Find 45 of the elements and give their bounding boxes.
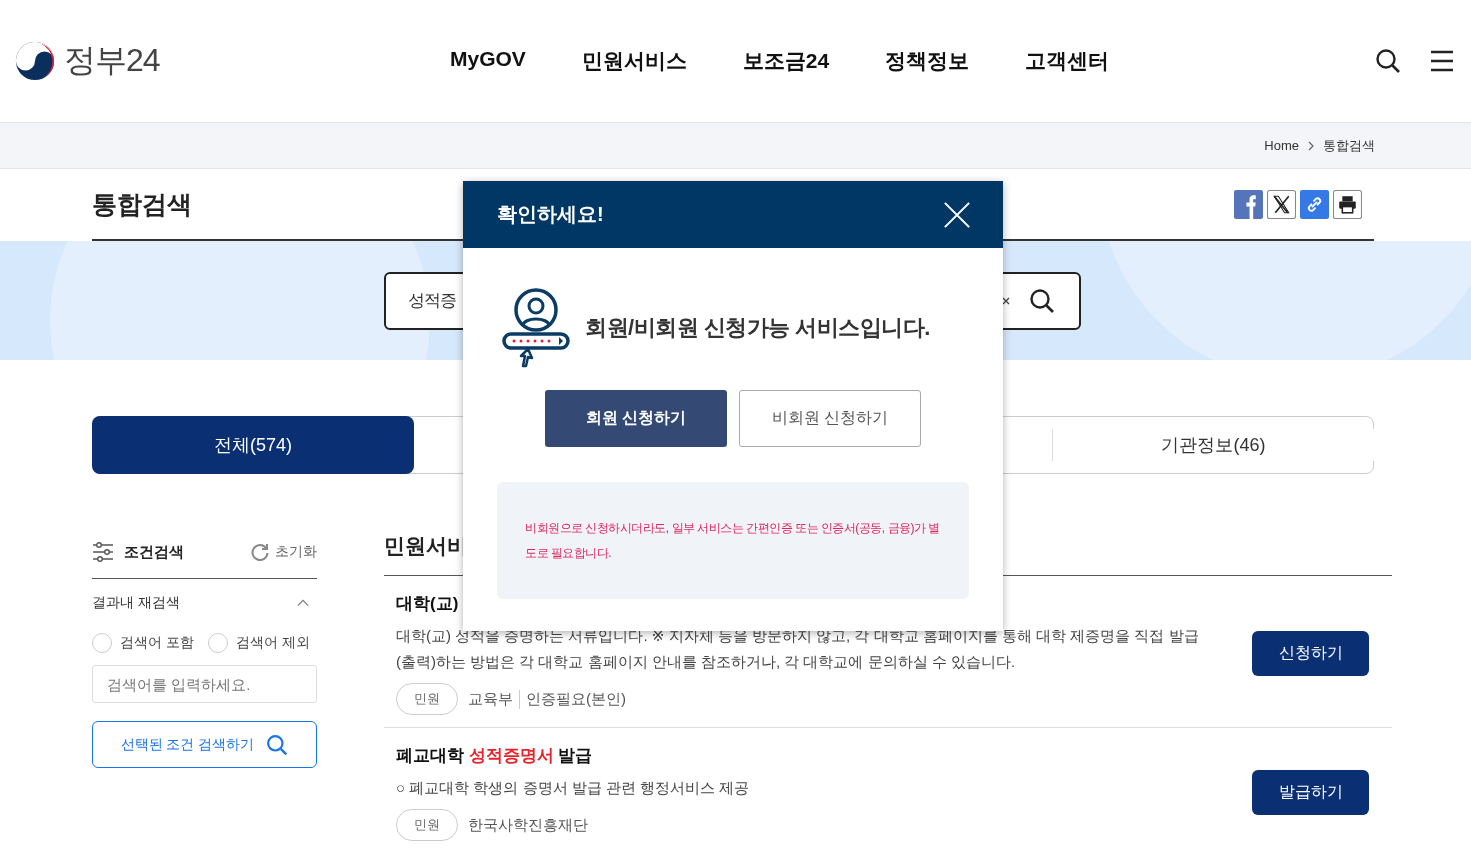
nav-link[interactable]: 보조금24 <box>742 47 830 75</box>
breadcrumb-link[interactable]: Home <box>1264 138 1299 153</box>
keyword-input[interactable]: 검색어를 입력하세요. <box>92 665 317 703</box>
search-icon[interactable] <box>1029 287 1055 314</box>
dialog-message: 회원/비회원 신청가능 서비스입니다. <box>585 314 930 342</box>
tab[interactable]: 기관정보(46) <box>1052 429 1374 461</box>
filter-title: 조건검색 <box>124 542 184 562</box>
print-icon[interactable] <box>1333 189 1362 219</box>
result-title[interactable]: 폐교대학 성적증명서 발급 <box>396 744 1216 767</box>
dialog-button[interactable]: 비회원 신청하기 <box>739 390 921 447</box>
link-icon[interactable] <box>1300 189 1329 219</box>
search-value: 성적증 <box>408 290 456 312</box>
emblem-icon[interactable] <box>14 40 56 82</box>
nav-link[interactable]: 고객센터 <box>1025 47 1110 75</box>
apply-button[interactable]: 신청하기 <box>1252 631 1369 676</box>
chevron-right-icon <box>1307 140 1315 151</box>
reset-button[interactable]: 초기화 <box>250 542 317 562</box>
menu-icon[interactable] <box>1429 48 1455 74</box>
apply-button[interactable]: 발급하기 <box>1252 770 1369 815</box>
tab[interactable]: 전체(574) <box>92 416 414 474</box>
meta-text: 한국사학진흥재단 <box>468 815 588 835</box>
result-description: ○ 폐교대학 학생의 증명서 발급 관련 행정서비스 제공 <box>396 778 751 798</box>
user-login-icon <box>501 288 571 368</box>
close-icon[interactable] <box>943 200 971 229</box>
search-conditions-button[interactable]: 선택된 조건 검색하기 <box>92 721 317 768</box>
filter-icon <box>92 542 114 562</box>
refresh-icon <box>250 542 270 562</box>
logo-text[interactable]: 정부24 <box>64 39 160 83</box>
meta-text: 인증필요(본인) <box>519 689 626 709</box>
nav-link[interactable]: 정책정보 <box>885 47 970 75</box>
page-title: 통합검색 <box>92 188 192 220</box>
facebook-icon[interactable] <box>1234 189 1263 219</box>
breadcrumb-current: 통합검색 <box>1323 136 1375 155</box>
nav-link[interactable]: MyGOV <box>450 47 526 75</box>
nav-link[interactable]: 민원서비스 <box>581 47 687 75</box>
radio-label: 검색어 포함 <box>120 634 194 652</box>
chevron-icon[interactable] <box>297 599 309 607</box>
radio-label: 검색어 제외 <box>235 634 310 652</box>
search-icon[interactable] <box>1375 48 1401 74</box>
section-title: 결과내 재검색 <box>92 594 180 612</box>
dialog-title: 확인하세요! <box>497 202 604 227</box>
x-icon[interactable] <box>1267 189 1296 219</box>
meta-text: 교육부 <box>468 689 513 709</box>
dialog-button[interactable]: 회원 신청하기 <box>545 390 727 447</box>
search-icon <box>266 733 289 756</box>
